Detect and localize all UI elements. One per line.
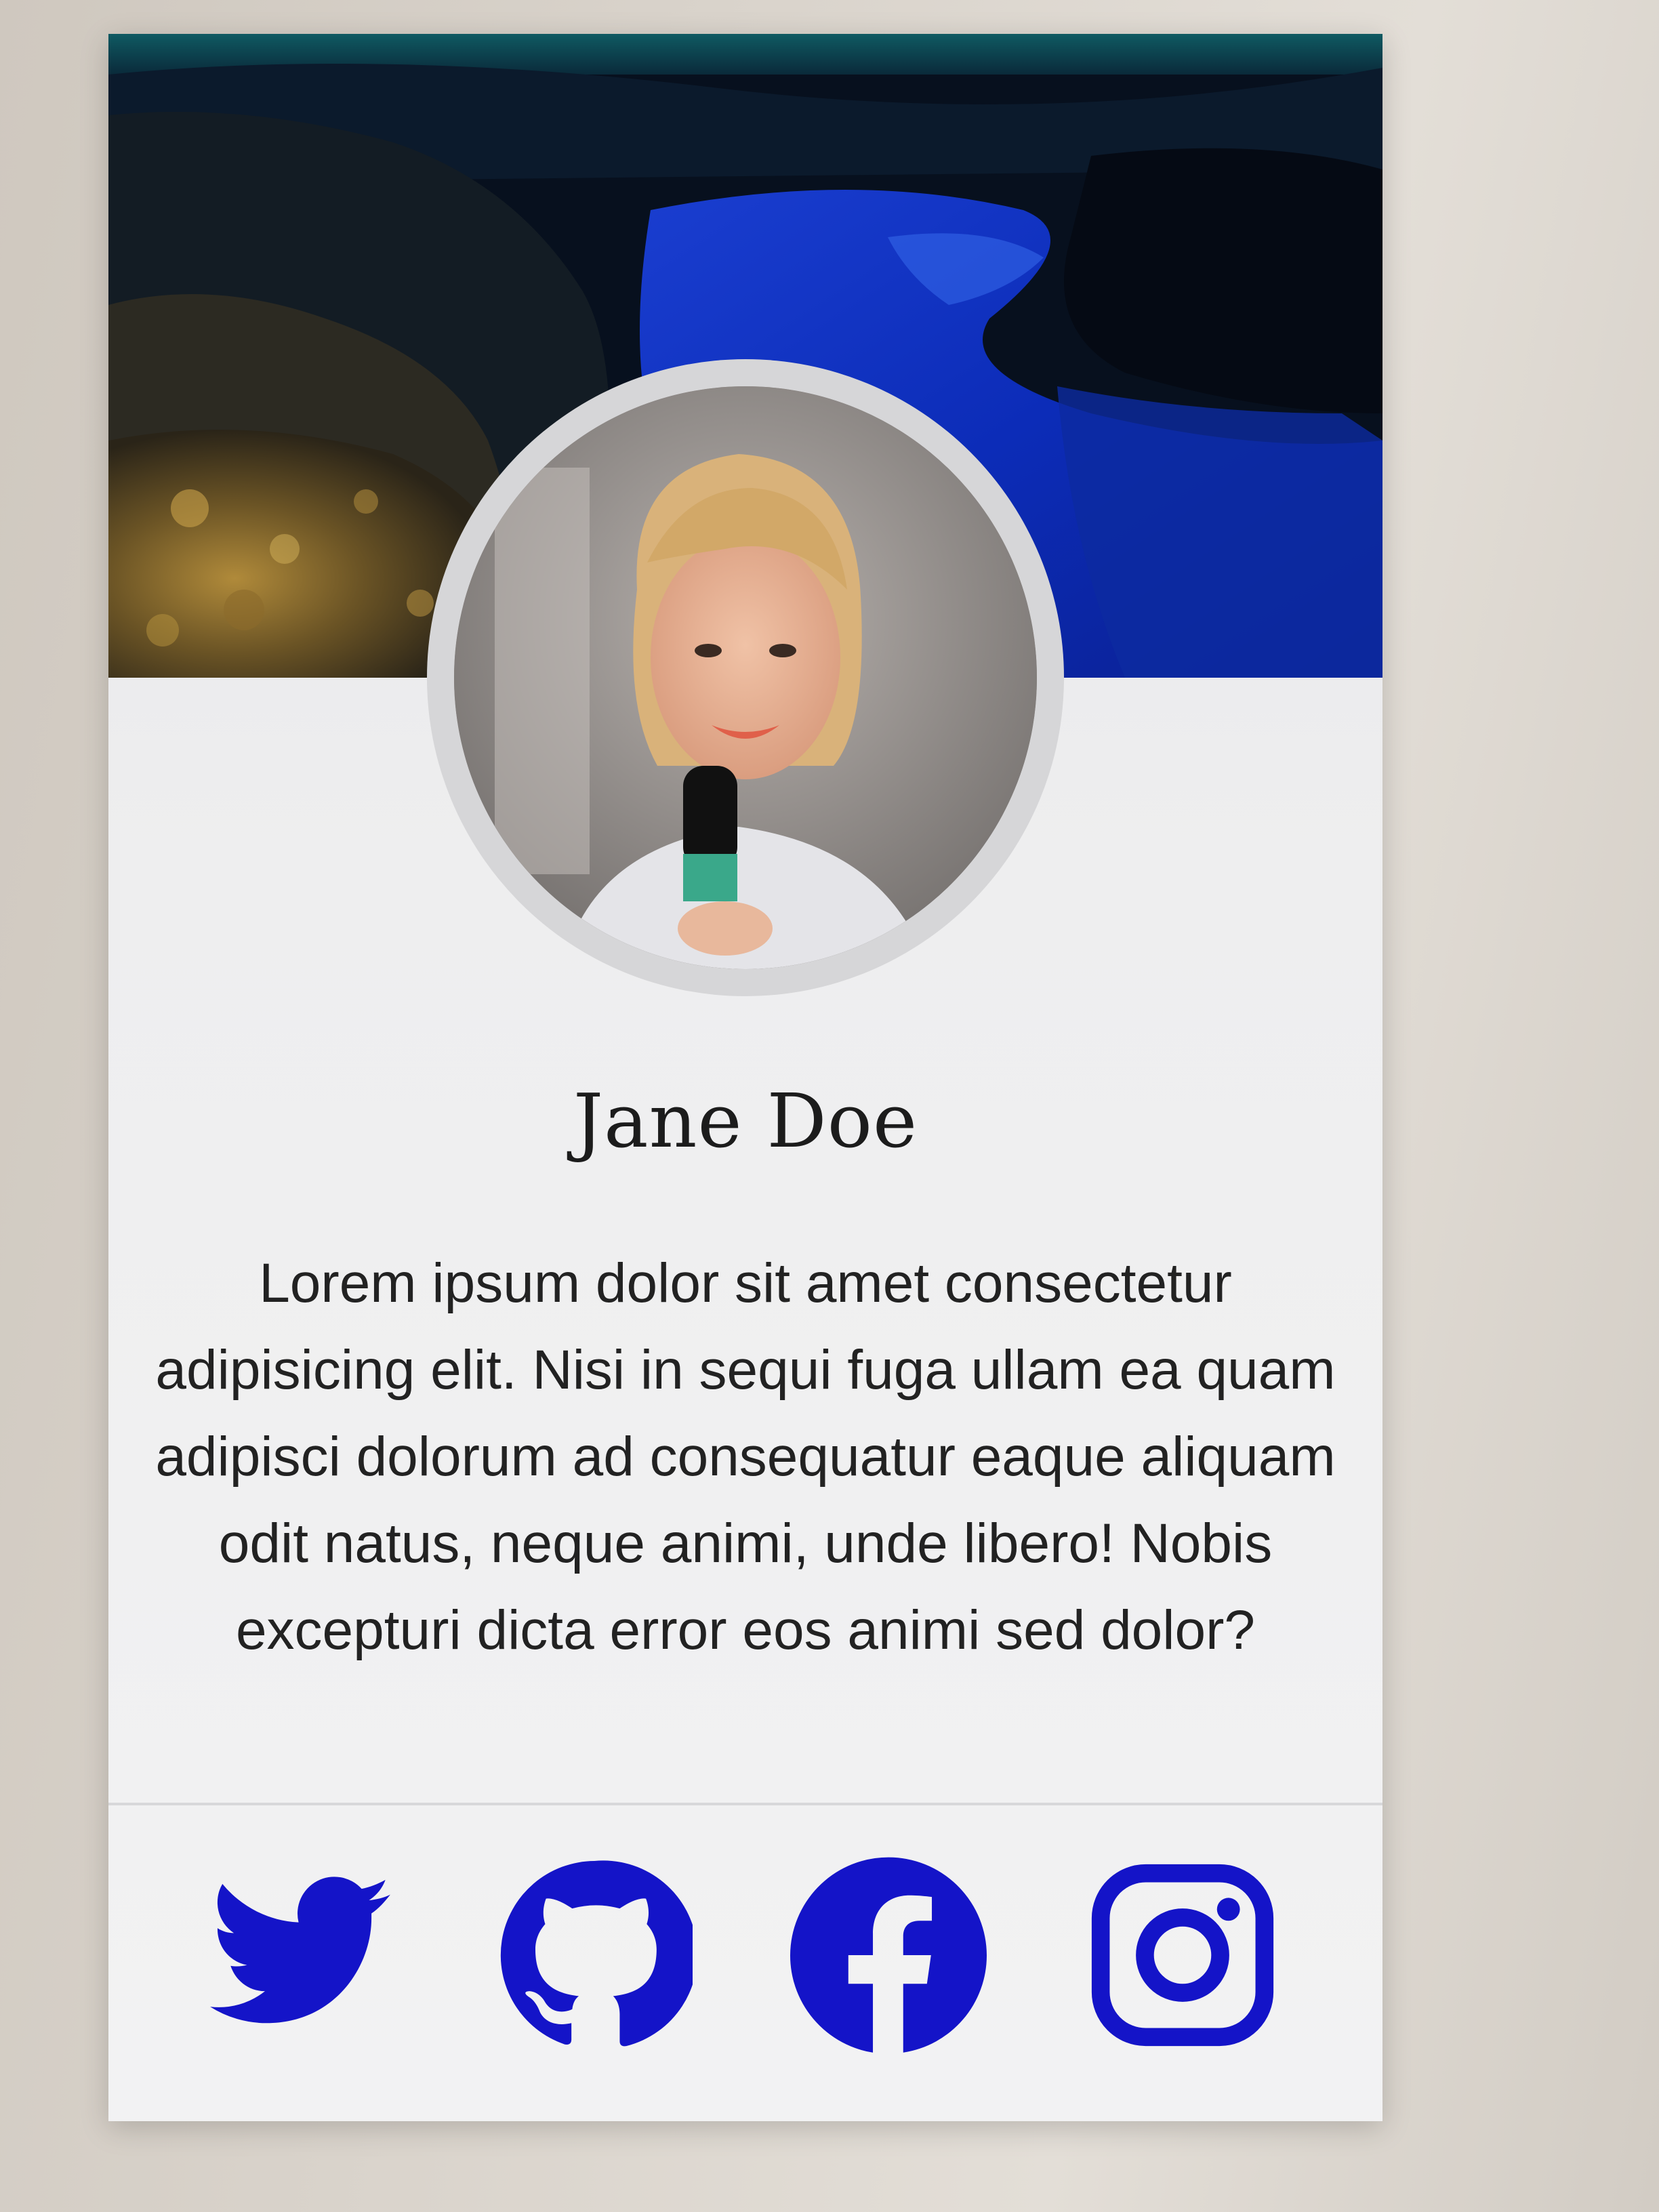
facebook-icon (790, 1857, 987, 2053)
twitter-icon (210, 1877, 390, 2024)
instagram-icon (1091, 1864, 1274, 2047)
profile-card: Jane Doe Lorem ipsum dolor sit amet cons… (108, 34, 1382, 2121)
instagram-link[interactable] (1084, 1857, 1281, 2053)
github-link[interactable] (496, 1857, 693, 2053)
divider (108, 1803, 1382, 1805)
social-links (108, 1857, 1382, 2087)
twitter-link[interactable] (202, 1857, 398, 2053)
profile-bio: Lorem ipsum dolor sit amet consectetur a… (155, 1252, 1336, 1661)
github-icon (500, 1860, 693, 2047)
facebook-link[interactable] (790, 1857, 987, 2053)
profile-name: Jane Doe (573, 1078, 918, 1164)
avatar (454, 386, 1037, 969)
